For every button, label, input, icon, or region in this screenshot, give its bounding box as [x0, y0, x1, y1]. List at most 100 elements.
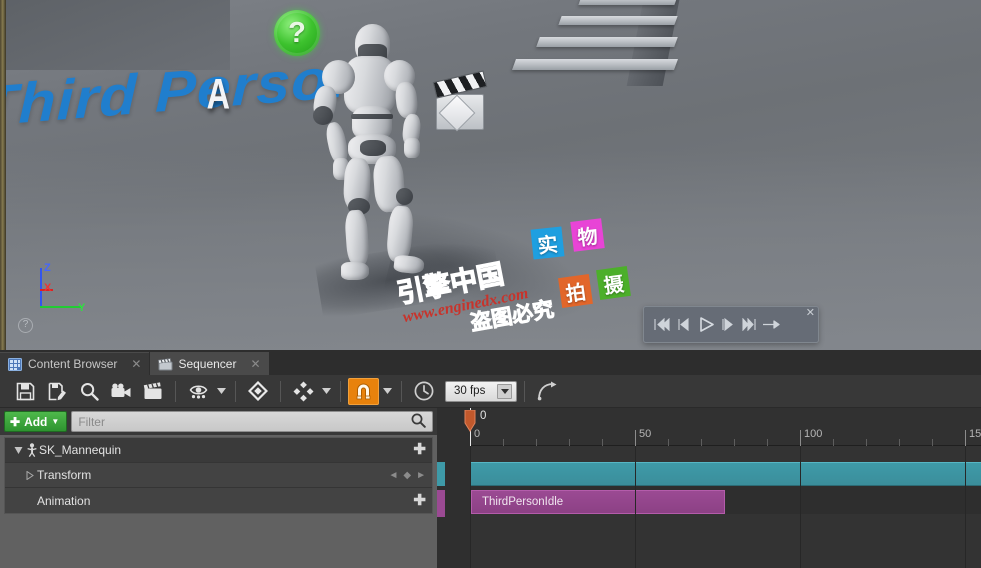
ruler-minor-tick [734, 439, 735, 446]
key-interpolation-caret[interactable] [320, 378, 333, 404]
jump-to-start-button[interactable] [652, 313, 672, 337]
staircase-mesh [488, 0, 682, 86]
add-key-icon[interactable]: ◆ [403, 470, 411, 481]
save-as-button[interactable] [42, 378, 72, 405]
ruler-minor-tick [833, 439, 834, 446]
expander-icon[interactable] [11, 446, 25, 455]
unreal-editor-window: Third Person A ? 引擎中国 www.enginedx.com 盗… [0, 0, 981, 568]
add-animation-plus-icon[interactable]: ✚ [413, 493, 426, 508]
toolbar-separator [280, 380, 281, 402]
key-interpolation-button[interactable] [288, 378, 318, 405]
fps-value: 30 fps [454, 385, 486, 397]
skeletal-mesh-icon [25, 443, 39, 457]
transform-track-bar[interactable] [470, 462, 981, 486]
panel-tab-bar: Content Browser ✕ Sequencer ✕ [0, 350, 981, 375]
track-row-transform[interactable]: Transform ◄ ◆ ► [5, 463, 432, 488]
ruler-minor-tick [503, 439, 504, 446]
tab-sequencer-label: Sequencer [178, 357, 237, 371]
jump-to-end-button[interactable] [740, 313, 760, 337]
axis-z-line [40, 268, 42, 308]
close-playback-overlay-icon[interactable]: ✕ [806, 308, 815, 319]
create-camera-button[interactable] [138, 378, 168, 405]
animation-clip[interactable]: ThirdPersonIdle [471, 490, 725, 514]
loop-playback-button[interactable] [762, 313, 782, 337]
playback-controls-overlay[interactable]: ✕ [643, 306, 819, 343]
sequencer-outliner: ✚ Add ▼ Filter SK_Mannequin ✚ Transform … [0, 408, 437, 568]
actions-dropdown-caret[interactable] [215, 378, 228, 404]
close-icon[interactable]: ✕ [250, 357, 260, 371]
watermark-box-2: 物 [570, 218, 605, 252]
ruler-major-tick [800, 430, 801, 446]
axis-y-line [40, 306, 82, 308]
track-label: SK_Mannequin [39, 443, 122, 457]
play-button[interactable] [696, 313, 716, 337]
sk-mannequin-character[interactable] [300, 10, 450, 310]
transform-track-color-strip [437, 462, 445, 486]
plus-icon: ✚ [10, 414, 21, 429]
sequencer-body: ✚ Add ▼ Filter SK_Mannequin ✚ Transform … [0, 408, 981, 568]
keyframe-nav-group: ◄ ◆ ► [388, 470, 426, 481]
previous-key-icon[interactable]: ◄ [388, 470, 398, 481]
add-track-label: Add [24, 414, 48, 429]
chevron-down-icon[interactable] [497, 383, 512, 399]
track-label: Animation [37, 493, 91, 508]
track-label: Transform [37, 468, 92, 482]
ruler-major-tick [635, 430, 636, 446]
next-key-icon[interactable]: ► [416, 470, 426, 481]
expander-icon[interactable] [23, 470, 37, 480]
ruler-minor-tick [701, 439, 702, 446]
snapping-toggle[interactable] [348, 377, 379, 405]
toolbar-separator [235, 380, 236, 402]
track-row-sk-mannequin[interactable]: SK_Mannequin ✚ [5, 438, 432, 463]
timeline-grid-line [635, 446, 636, 568]
floor-letter-marker: A [206, 71, 230, 119]
ruler-minor-tick [767, 439, 768, 446]
toolbar-separator [175, 380, 176, 402]
sequencer-timeline[interactable]: 0 50 100 150 ThirdPersonIdle 0 [437, 408, 981, 568]
toolbar-separator [524, 380, 525, 402]
track-row-actions: ✚ [413, 493, 426, 508]
search-icon[interactable] [411, 413, 426, 431]
track-color-strips [437, 462, 445, 517]
tab-sequencer[interactable]: Sequencer ✕ [150, 352, 269, 375]
axis-y-label: Y [78, 302, 86, 314]
viewport-selection-border [0, 0, 6, 350]
ruler-label: 50 [639, 428, 652, 440]
toolbar-separator [340, 380, 341, 402]
level-sequence-actor-icon[interactable] [432, 70, 490, 134]
ruler-minor-tick [866, 439, 867, 446]
playhead-handle[interactable] [463, 409, 477, 432]
viewport-help-icon[interactable]: ? [18, 318, 33, 333]
find-sequence-button[interactable] [74, 378, 104, 405]
watermark-box-1: 实 [530, 226, 565, 260]
curve-editor-button[interactable] [532, 378, 562, 405]
time-settings-button[interactable] [409, 378, 439, 405]
sequencer-toolbar: 30 fps [0, 375, 981, 408]
actions-button[interactable] [183, 378, 213, 405]
timeline-ruler[interactable]: 0 50 100 150 [470, 408, 981, 446]
close-icon[interactable]: ✕ [131, 357, 141, 371]
timeline-tracks-area[interactable]: ThirdPersonIdle [470, 446, 981, 568]
step-backward-button[interactable] [674, 313, 694, 337]
ruler-minor-tick [932, 439, 933, 446]
ruler-minor-tick [569, 439, 570, 446]
snapping-dropdown-caret[interactable] [381, 378, 394, 404]
render-movie-button[interactable] [106, 378, 136, 405]
timeline-grid-line [470, 446, 471, 568]
help-question-icon[interactable]: ? [274, 10, 320, 56]
filter-input[interactable]: Filter [71, 411, 433, 432]
outliner-add-bar: ✚ Add ▼ Filter [0, 408, 437, 435]
tab-content-browser[interactable]: Content Browser ✕ [0, 352, 150, 375]
add-track-button[interactable]: ✚ Add ▼ [4, 411, 68, 432]
level-viewport[interactable]: Third Person A ? 引擎中国 www.enginedx.com 盗… [0, 0, 981, 350]
add-track-plus-icon[interactable]: ✚ [413, 442, 426, 457]
timeline-grid-line [800, 446, 801, 568]
step-forward-button[interactable] [718, 313, 738, 337]
axis-z-label: Z [44, 262, 51, 274]
chevron-down-icon[interactable]: ▼ [51, 417, 59, 426]
ruler-minor-tick [899, 439, 900, 446]
save-button[interactable] [10, 378, 40, 405]
track-row-animation[interactable]: Animation ✚ [5, 488, 432, 513]
fps-dropdown[interactable]: 30 fps [445, 380, 517, 402]
key-all-button[interactable] [243, 378, 273, 405]
